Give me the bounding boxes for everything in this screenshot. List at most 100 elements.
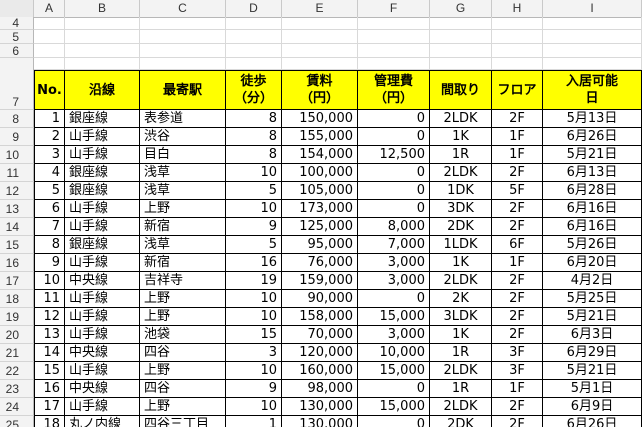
table-cell[interactable]: 3,000 <box>358 326 430 344</box>
table-cell[interactable]: 154,000 <box>282 146 358 164</box>
table-cell[interactable]: 0 <box>358 164 430 182</box>
header-cell-7[interactable]: 間取り <box>430 70 492 110</box>
table-cell[interactable]: 15,000 <box>358 362 430 380</box>
table-cell[interactable]: 山手線 <box>65 146 140 164</box>
table-cell[interactable]: 1DK <box>430 182 492 200</box>
column-header-i[interactable]: I <box>543 0 642 17</box>
table-cell[interactable]: 新宿 <box>140 218 226 236</box>
table-cell[interactable]: 3DK <box>430 200 492 218</box>
table-cell[interactable]: 6月3日 <box>543 326 642 344</box>
table-cell[interactable]: 13 <box>34 326 65 344</box>
table-cell[interactable]: 中央線 <box>65 344 140 362</box>
table-cell[interactable]: 5月21日 <box>543 146 642 164</box>
table-cell[interactable]: 1LDK <box>430 236 492 254</box>
column-header-g[interactable]: G <box>430 0 492 17</box>
row-header-22[interactable]: 22 <box>0 362 34 380</box>
column-header-h[interactable]: H <box>492 0 543 17</box>
table-cell[interactable]: 1 <box>226 416 282 427</box>
table-cell[interactable]: 目白 <box>140 146 226 164</box>
column-header-d[interactable]: D <box>226 0 282 17</box>
row-header-17[interactable]: 17 <box>0 272 34 290</box>
table-cell[interactable]: 2F <box>492 326 543 344</box>
column-header-c[interactable]: C <box>140 0 226 17</box>
row-header-25[interactable]: 25 <box>0 416 34 427</box>
table-cell[interactable]: 10 <box>226 362 282 380</box>
table-cell[interactable]: 2LDK <box>430 110 492 128</box>
table-cell[interactable]: 1 <box>34 110 65 128</box>
table-cell[interactable]: 155,000 <box>282 128 358 146</box>
row-header-4[interactable]: 4 <box>0 17 34 30</box>
table-cell[interactable]: 2F <box>492 164 543 182</box>
table-cell[interactable]: 5 <box>226 236 282 254</box>
table-cell[interactable]: 6月16日 <box>543 200 642 218</box>
row-header-15[interactable]: 15 <box>0 236 34 254</box>
header-cell-3[interactable]: 最寄駅 <box>140 70 226 110</box>
table-cell[interactable]: 上野 <box>140 398 226 416</box>
table-cell[interactable]: 5月21日 <box>543 308 642 326</box>
table-cell[interactable]: 銀座線 <box>65 110 140 128</box>
header-cell-5[interactable]: 賃料 （円） <box>282 70 358 110</box>
table-cell[interactable]: 0 <box>358 416 430 427</box>
table-cell[interactable]: 160,000 <box>282 362 358 380</box>
row-header-21[interactable]: 21 <box>0 344 34 362</box>
table-cell[interactable]: 1R <box>430 146 492 164</box>
table-cell[interactable]: 6月29日 <box>543 344 642 362</box>
header-cell-9[interactable]: 入居可能 日 <box>543 70 642 110</box>
row-header-18[interactable]: 18 <box>0 290 34 308</box>
table-cell[interactable]: 1R <box>430 380 492 398</box>
table-cell[interactable]: 渋谷 <box>140 128 226 146</box>
row-header-8[interactable]: 8 <box>0 110 34 128</box>
table-cell[interactable]: 1F <box>492 146 543 164</box>
table-cell[interactable]: 5F <box>492 182 543 200</box>
table-cell[interactable]: 山手線 <box>65 128 140 146</box>
table-cell[interactable]: 16 <box>34 380 65 398</box>
table-cell[interactable]: 上野 <box>140 362 226 380</box>
table-cell[interactable]: 2F <box>492 200 543 218</box>
table-cell[interactable]: 3,000 <box>358 254 430 272</box>
table-cell[interactable]: 上野 <box>140 200 226 218</box>
table-cell[interactable]: 2LDK <box>430 272 492 290</box>
row-header-13[interactable]: 13 <box>0 200 34 218</box>
row-header-24[interactable]: 24 <box>0 398 34 416</box>
table-cell[interactable]: 0 <box>358 110 430 128</box>
table-cell[interactable]: 76,000 <box>282 254 358 272</box>
table-cell[interactable]: 2F <box>492 110 543 128</box>
table-cell[interactable]: 四谷 <box>140 380 226 398</box>
table-cell[interactable]: 130,000 <box>282 398 358 416</box>
table-cell[interactable]: 7 <box>34 218 65 236</box>
table-cell[interactable]: 山手線 <box>65 308 140 326</box>
table-cell[interactable]: 4月2日 <box>543 272 642 290</box>
table-cell[interactable]: 3 <box>226 344 282 362</box>
row-header-9[interactable]: 9 <box>0 128 34 146</box>
table-cell[interactable]: 6月13日 <box>543 164 642 182</box>
row-header-7[interactable]: 7 <box>0 58 34 110</box>
table-cell[interactable]: 10 <box>34 272 65 290</box>
column-header-b[interactable]: B <box>65 0 140 17</box>
table-cell[interactable]: 2LDK <box>430 362 492 380</box>
table-cell[interactable]: 1R <box>430 344 492 362</box>
header-cell-2[interactable]: 沿線 <box>65 70 140 110</box>
table-cell[interactable]: 3,000 <box>358 272 430 290</box>
table-cell[interactable]: 池袋 <box>140 326 226 344</box>
table-cell[interactable]: 120,000 <box>282 344 358 362</box>
table-cell[interactable]: 10 <box>226 200 282 218</box>
table-cell[interactable]: 四谷 <box>140 344 226 362</box>
table-cell[interactable]: 銀座線 <box>65 236 140 254</box>
table-cell[interactable]: 2F <box>492 218 543 236</box>
table-cell[interactable]: 山手線 <box>65 200 140 218</box>
table-cell[interactable]: 浅草 <box>140 182 226 200</box>
select-all-corner[interactable] <box>0 0 34 17</box>
table-cell[interactable]: 銀座線 <box>65 164 140 182</box>
table-cell[interactable]: 5月25日 <box>543 290 642 308</box>
header-cell-6[interactable]: 管理費 （円） <box>358 70 430 110</box>
table-cell[interactable]: 2LDK <box>430 164 492 182</box>
table-cell[interactable]: 山手線 <box>65 254 140 272</box>
table-cell[interactable]: 9 <box>226 380 282 398</box>
row-header-23[interactable]: 23 <box>0 380 34 398</box>
column-header-e[interactable]: E <box>282 0 358 17</box>
table-cell[interactable]: 3 <box>34 146 65 164</box>
table-cell[interactable]: 2F <box>492 290 543 308</box>
table-cell[interactable]: 0 <box>358 200 430 218</box>
column-header-a[interactable]: A <box>34 0 65 17</box>
header-cell-4[interactable]: 徒歩 （分） <box>226 70 282 110</box>
